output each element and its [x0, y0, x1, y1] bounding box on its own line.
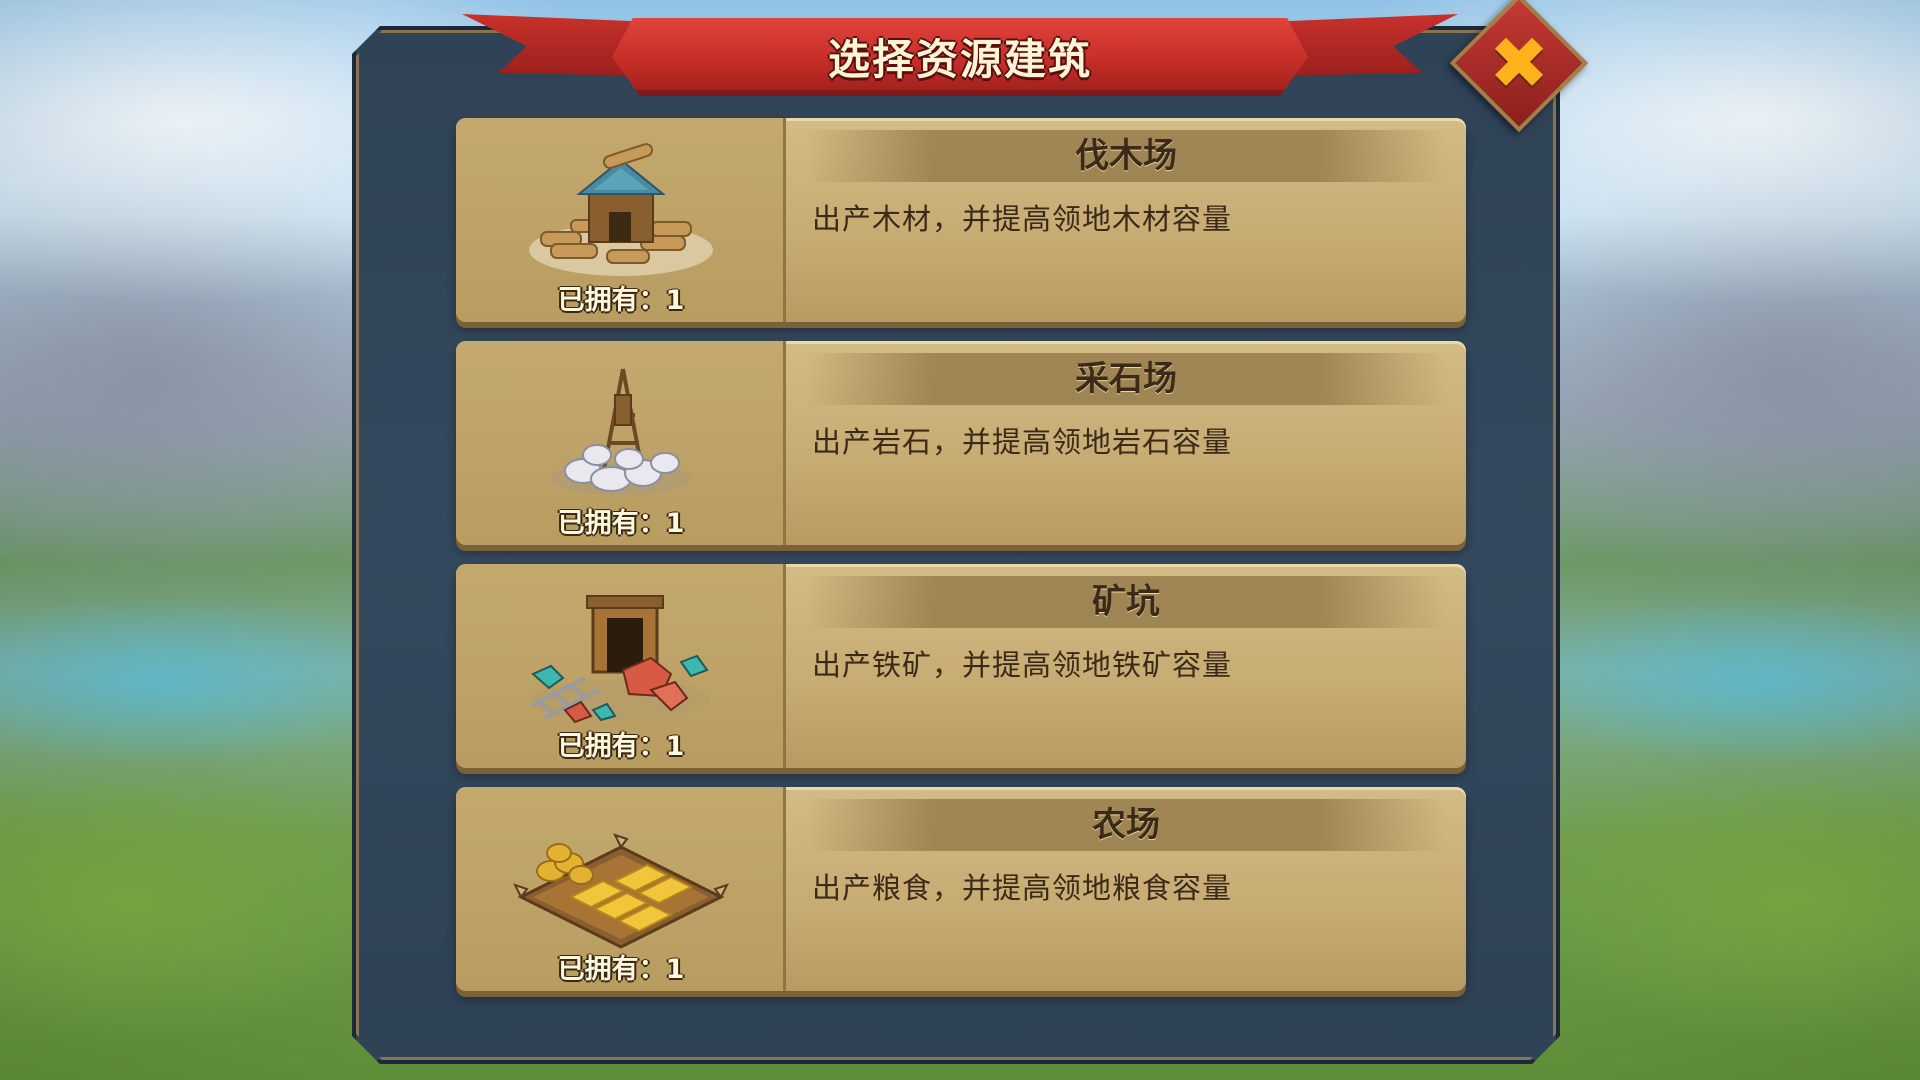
dialog-title: 选择资源建筑 [827, 35, 1092, 84]
quarry-icon [551, 368, 691, 495]
building-image-area: 已拥有：1 [456, 341, 786, 545]
building-card-farm[interactable]: 已拥有：1 农场 出产粮食，并提高领地粮食容量 [456, 787, 1466, 991]
building-name: 矿坑 [1092, 582, 1160, 622]
owned-count: 已拥有：1 [557, 508, 685, 539]
owned-count: 已拥有：1 [557, 954, 685, 985]
building-description: 出产岩石，并提高领地岩石容量 [812, 425, 1233, 459]
building-card-mine[interactable]: 已拥有：1 矿坑 出产铁矿，并提高领地铁矿容量 [456, 564, 1466, 768]
farm-icon [513, 833, 729, 949]
building-name: 农场 [1092, 805, 1160, 845]
building-description: 出产铁矿，并提高领地铁矿容量 [812, 648, 1233, 682]
building-image-area: 已拥有：1 [456, 787, 786, 991]
mine-icon [530, 595, 711, 724]
owned-count: 已拥有：1 [557, 731, 685, 762]
lumber-mill-icon [529, 143, 713, 276]
building-name: 采石场 [1075, 359, 1177, 399]
building-description: 出产粮食，并提高领地粮食容量 [812, 871, 1233, 905]
owned-count: 已拥有：1 [557, 285, 685, 316]
building-image-area: 已拥有：1 [456, 118, 786, 322]
building-description: 出产木材，并提高领地木材容量 [812, 202, 1233, 236]
building-card-quarry[interactable]: 已拥有：1 采石场 出产岩石，并提高领地岩石容量 [456, 341, 1466, 545]
building-image-area: 已拥有：1 [456, 564, 786, 768]
building-card-lumber-mill[interactable]: 已拥有：1 伐木场 出产木材，并提高领地木材容量 [456, 118, 1466, 322]
building-name: 伐木场 [1075, 136, 1177, 176]
